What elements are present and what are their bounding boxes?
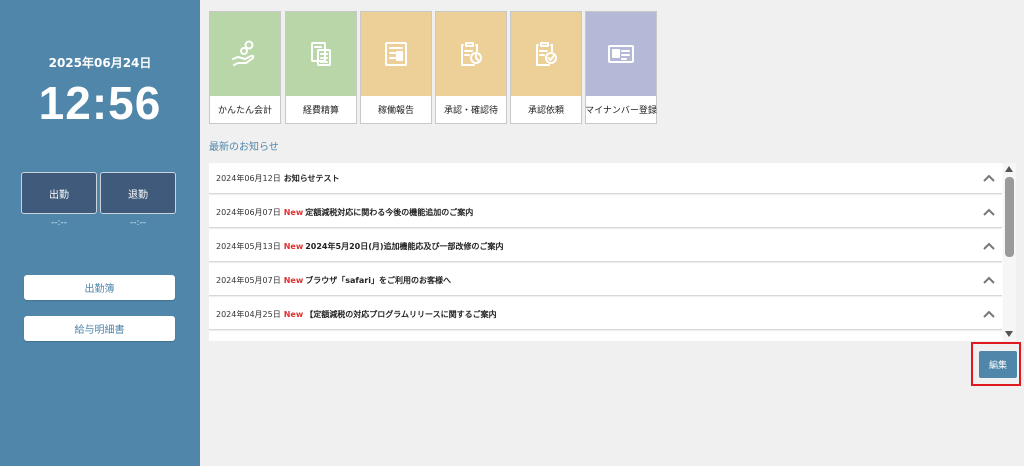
news-section-title: 最新のお知らせ xyxy=(209,142,279,153)
clock-out-time: --:-- xyxy=(129,218,147,228)
tile-label: 承認依頼 xyxy=(511,96,581,123)
clock-in-time: --:-- xyxy=(50,218,68,228)
approval-request-icon xyxy=(511,12,581,96)
tile-my-number[interactable]: マイナンバー登録 xyxy=(585,11,657,124)
edit-button[interactable]: 編集 xyxy=(979,351,1017,378)
report-document-icon xyxy=(361,12,431,96)
tile-expense[interactable]: 経費精算 xyxy=(285,11,357,124)
chevron-up-icon[interactable] xyxy=(982,172,996,184)
new-badge: New xyxy=(283,207,304,217)
hand-coins-icon xyxy=(210,12,280,96)
news-title: ブラウザ「safari」をご利用のお客様へ xyxy=(305,275,451,285)
tile-work-report[interactable]: 稼働報告 xyxy=(360,11,432,124)
tile-label: 稼働報告 xyxy=(361,96,431,123)
sidebar: 2025年06月24日 12:56 出勤 退勤 --:-- --:-- 出勤簿 … xyxy=(0,0,200,466)
payslip-button[interactable]: 給与明細書 xyxy=(24,316,175,341)
news-date: 2024年05月13日 xyxy=(216,241,281,251)
chevron-up-icon[interactable] xyxy=(982,274,996,286)
news-title: 2024年5月20日(月)追加機能応及び一部改修のご案内 xyxy=(305,241,504,251)
tile-label: 承認・確認待 xyxy=(436,96,506,123)
attendance-book-button[interactable]: 出勤簿 xyxy=(24,275,175,300)
current-time: 12:56 xyxy=(38,77,162,129)
news-list: 2024年06月12日 お知らせテスト 2024年06月07日 New 定額減税… xyxy=(209,163,1016,341)
calculator-document-icon xyxy=(286,12,356,96)
chevron-up-icon[interactable] xyxy=(982,206,996,218)
news-title: お知らせテスト xyxy=(283,173,340,183)
news-item[interactable]: 2024年06月12日 お知らせテスト xyxy=(209,163,1002,194)
scroll-down-arrow-icon[interactable] xyxy=(1005,331,1013,337)
news-date: 2024年06月12日 xyxy=(216,173,281,183)
news-item[interactable]: 2024年04月25日 New 【定額減税の対応プログラムリリースに関するご案内 xyxy=(209,299,1002,330)
tile-approval-pending[interactable]: 承認・確認待 xyxy=(435,11,507,124)
tile-label: マイナンバー登録 xyxy=(585,96,657,123)
tile-label: かんたん会計 xyxy=(210,96,280,123)
news-item[interactable]: 2024年05月13日 New 2024年5月20日(月)追加機能応及び一部改修… xyxy=(209,231,1002,262)
new-badge: New xyxy=(283,275,304,285)
news-title: 定額減税対応に関わる今後の機能追加のご案内 xyxy=(305,207,474,217)
clock-in-button[interactable]: 出勤 xyxy=(21,172,97,214)
news-date: 2024年06月07日 xyxy=(216,207,281,217)
new-badge: New xyxy=(283,241,304,251)
clock-out-button[interactable]: 退勤 xyxy=(100,172,176,214)
scroll-up-arrow-icon[interactable] xyxy=(1005,166,1013,172)
chevron-up-icon[interactable] xyxy=(982,240,996,252)
tile-easy-accounting[interactable]: かんたん会計 xyxy=(209,11,281,124)
news-item-partial[interactable] xyxy=(209,333,1002,341)
news-title: 【定額減税の対応プログラムリリースに関するご案内 xyxy=(305,309,497,319)
tile-approval-request[interactable]: 承認依頼 xyxy=(510,11,582,124)
approval-pending-icon xyxy=(436,12,506,96)
current-date: 2025年06月24日 xyxy=(48,56,152,70)
scroll-thumb[interactable] xyxy=(1005,177,1014,257)
new-badge: New xyxy=(283,309,304,319)
id-card-icon xyxy=(586,12,656,96)
news-date: 2024年05月07日 xyxy=(216,275,281,285)
tile-label: 経費精算 xyxy=(286,96,356,123)
news-item[interactable]: 2024年06月07日 New 定額減税対応に関わる今後の機能追加のご案内 xyxy=(209,197,1002,228)
news-item[interactable]: 2024年05月07日 New ブラウザ「safari」をご利用のお客様へ xyxy=(209,265,1002,296)
news-date: 2024年04月25日 xyxy=(216,309,281,319)
chevron-up-icon[interactable] xyxy=(982,308,996,320)
